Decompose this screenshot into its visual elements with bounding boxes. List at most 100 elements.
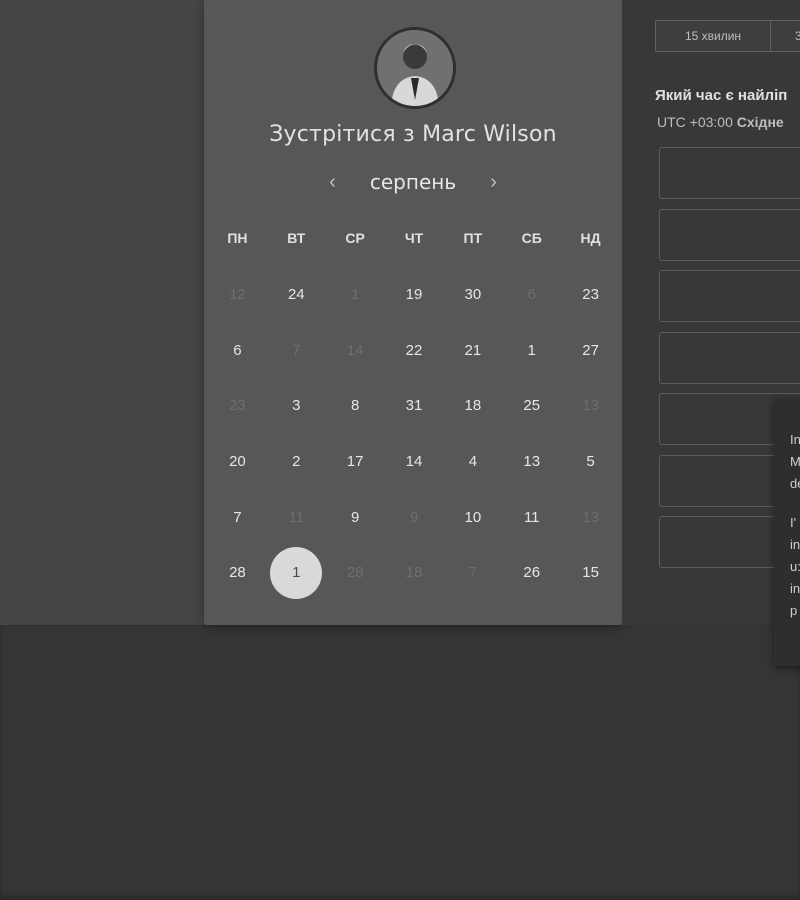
popover-text-line: I' <box>790 515 797 530</box>
calendar-day: 14 <box>326 323 385 379</box>
time-slot-button[interactable] <box>659 147 800 199</box>
popover-text-line: In <box>790 432 800 447</box>
calendar-day[interactable]: 20 <box>208 434 267 490</box>
avatar <box>374 27 456 109</box>
popover-text-line: de <box>790 476 800 491</box>
timezone-label[interactable]: UTC +03:00 Східне <box>657 114 784 130</box>
calendar-day[interactable]: 2 <box>267 434 326 490</box>
popover-text-line: in <box>790 581 800 596</box>
time-slot-button[interactable] <box>659 208 800 261</box>
month-label: серпень <box>369 170 457 194</box>
calendar-day: 1 <box>326 267 385 323</box>
time-slot-button[interactable] <box>659 331 800 384</box>
calendar-day[interactable]: 3 <box>267 378 326 434</box>
calendar-day: 12 <box>208 267 267 323</box>
calendar-day-number: 12 <box>229 286 246 304</box>
popover-paragraph: I' in u: in p <box>790 512 800 622</box>
calendar-day-number: 1 <box>527 341 536 359</box>
weekday-label: ВТ <box>287 230 306 246</box>
calendar-day-number: 17 <box>346 453 364 471</box>
calendar-day-number: 6 <box>233 341 242 359</box>
chevron-left-icon[interactable]: ‹ <box>319 171 345 194</box>
month-navigation: ‹ серпень › <box>204 170 622 194</box>
weekday-label: ПН <box>227 230 248 246</box>
calendar-day-selected[interactable]: 1 <box>267 545 326 601</box>
page-title: Зустрітися з Marc Wilson <box>269 122 557 147</box>
calendar-day-number: 8 <box>350 397 360 415</box>
calendar-day[interactable]: 25 <box>502 378 561 434</box>
calendar-week-row: 20 2 17 14 4 13 5 <box>208 434 620 490</box>
time-slot-button[interactable] <box>659 270 800 322</box>
calendar-day-number: 18 <box>464 397 482 415</box>
tab-duration-30[interactable]: 3 <box>771 20 800 52</box>
calendar-day-number: 14 <box>405 453 423 471</box>
calendar-day[interactable]: 11 <box>502 489 561 545</box>
calendar-grid: 12 24 1 19 30 6 23 6 7 14 22 21 1 27 23 3 8 31 18 25 13 20 2 17… <box>208 267 620 601</box>
calendar-day[interactable]: 17 <box>326 434 385 490</box>
calendar-day[interactable]: 22 <box>385 323 444 379</box>
duration-tabs: 15 хвилин 3 <box>655 20 800 52</box>
popover-text-line: in <box>790 537 800 552</box>
calendar-day-number: 24 <box>287 286 305 304</box>
calendar-week-row: 23 3 8 31 18 25 13 <box>208 378 620 434</box>
calendar-day-number: 11 <box>288 508 305 526</box>
calendar-day-number: 13 <box>523 453 541 471</box>
calendar-day-number: 11 <box>523 508 540 526</box>
popover-text-line: M <box>790 454 800 469</box>
calendar-day[interactable]: 18 <box>443 378 502 434</box>
calendar-day[interactable]: 9 <box>326 489 385 545</box>
calendar-week-row: 7 11 9 9 10 11 13 <box>208 489 620 545</box>
calendar-day[interactable]: 23 <box>561 267 620 323</box>
calendar-day-number: 2 <box>292 453 301 471</box>
calendar-day[interactable]: 28 <box>208 545 267 601</box>
calendar-day-number: 15 <box>582 564 599 582</box>
calendar-day[interactable]: 31 <box>385 378 444 434</box>
calendar-day: 13 <box>561 378 620 434</box>
calendar-day[interactable]: 24 <box>267 267 326 323</box>
calendar-day: 18 <box>385 545 444 601</box>
weekday-label: ПТ <box>463 230 483 246</box>
timezone-name: Східне <box>736 114 784 130</box>
calendar-day[interactable]: 13 <box>502 434 561 490</box>
calendar-day[interactable]: 15 <box>561 545 620 601</box>
calendar-day[interactable]: 19 <box>385 267 444 323</box>
weekday-label: НД <box>580 230 601 246</box>
calendar-day-number: 10 <box>464 508 482 526</box>
calendar-day-number: 30 <box>464 286 482 304</box>
calendar-day: 28 <box>326 545 385 601</box>
calendar-day[interactable]: 7 <box>208 489 267 545</box>
calendar-day[interactable]: 10 <box>443 489 502 545</box>
weekday-label: СБ <box>521 230 542 246</box>
calendar-day[interactable]: 6 <box>208 323 267 379</box>
calendar-day: 23 <box>208 378 267 434</box>
calendar-day[interactable]: 5 <box>561 434 620 490</box>
calendar-day-number: 5 <box>586 453 595 471</box>
calendar-day-number: 18 <box>405 564 423 582</box>
chevron-right-icon[interactable]: › <box>481 171 507 194</box>
calendar-day[interactable]: 21 <box>443 323 502 379</box>
calendar-day-number: 31 <box>405 397 423 415</box>
calendar-day[interactable]: 30 <box>443 267 502 323</box>
calendar-day[interactable]: 4 <box>443 434 502 490</box>
calendar-day-number: 26 <box>523 564 541 582</box>
calendar-day-number: 19 <box>405 286 423 304</box>
calendar-day[interactable]: 27 <box>561 323 620 379</box>
calendar-day[interactable]: 14 <box>385 434 444 490</box>
calendar-day[interactable]: 26 <box>502 545 561 601</box>
popover-text-line: u: <box>790 559 800 574</box>
calendar-day[interactable]: 1 <box>502 323 561 379</box>
calendar-day: 6 <box>502 267 561 323</box>
calendar-day-number: 27 <box>582 341 599 359</box>
calendar-day: 13 <box>561 489 620 545</box>
calendar-week-row: 28 1 28 18 7 26 15 <box>208 545 620 601</box>
calendar-day-number: 14 <box>346 341 364 359</box>
avatar-photo <box>377 30 453 106</box>
calendar-day-number: 20 <box>229 453 246 471</box>
calendar-day[interactable]: 8 <box>326 378 385 434</box>
calendar-day-number: 21 <box>464 341 482 359</box>
weekday-label: ЧТ <box>404 230 424 246</box>
calendar-day-number: 7 <box>233 508 242 526</box>
tab-duration-15[interactable]: 15 хвилин <box>655 20 771 52</box>
calendar-day-number: 28 <box>229 564 246 582</box>
calendar-day-number: 13 <box>582 508 599 526</box>
